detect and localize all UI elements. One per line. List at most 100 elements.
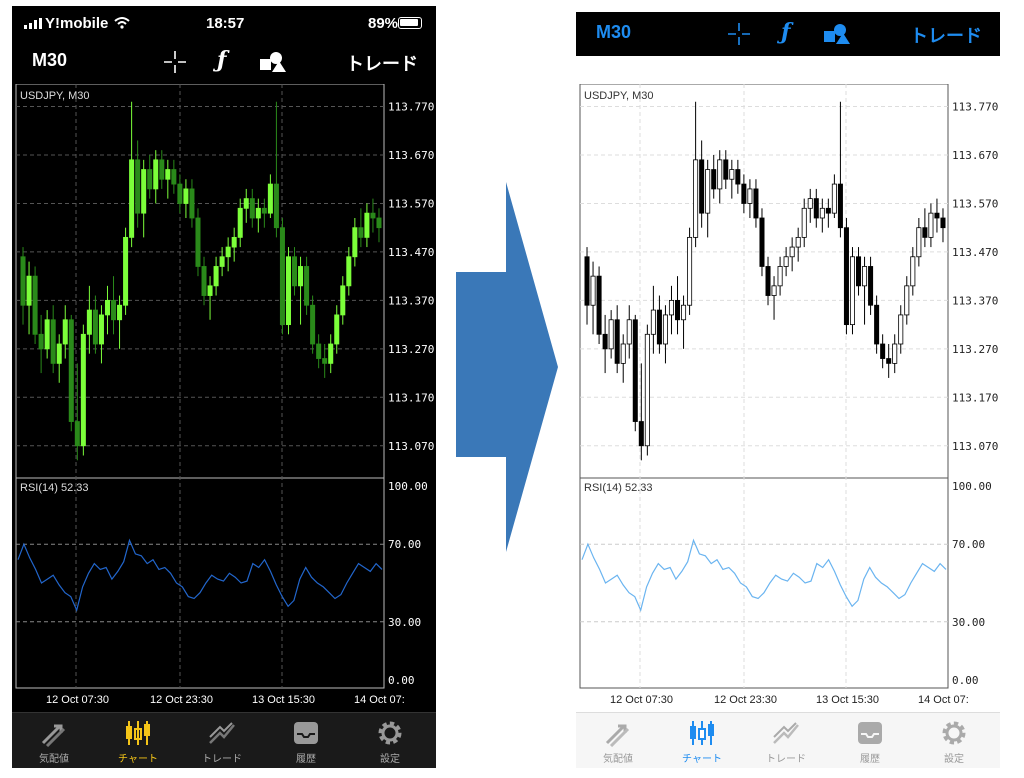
candle-body: [886, 358, 892, 364]
candle-body: [261, 207, 267, 214]
candle-body: [50, 319, 56, 364]
candlestick-icon: [126, 721, 150, 745]
tab-label: 履歴: [296, 754, 316, 765]
candle-body: [699, 159, 705, 214]
candle-body: [310, 304, 316, 345]
candle-body: [596, 275, 602, 335]
rsi-label: RSI(14) 52.33: [20, 482, 89, 494]
symbol-label: USDJPY, M30: [20, 90, 90, 102]
tab-settings[interactable]: 設定: [348, 713, 432, 768]
tab-label: トレード: [766, 754, 806, 765]
time-tick-label: 14 Oct 07:: [918, 694, 969, 706]
trade-button[interactable]: トレード: [346, 50, 418, 76]
tab-trade[interactable]: トレード: [744, 713, 828, 768]
candle-body: [183, 188, 189, 204]
candle-body: [880, 343, 886, 359]
price-tick-label: 113.270: [952, 343, 998, 356]
candle-body: [279, 227, 285, 326]
candle-body: [644, 333, 650, 447]
tab-quotes[interactable]: 気配値: [576, 713, 660, 768]
candle-body: [38, 333, 44, 350]
candle-body: [584, 256, 590, 306]
quotes-arrows-icon: [605, 724, 630, 747]
trade-button[interactable]: トレード: [910, 22, 982, 48]
tab-history[interactable]: 履歴: [828, 713, 912, 768]
candlestick-icon: [690, 721, 714, 745]
time-tick-label: 13 Oct 15:30: [816, 694, 879, 706]
candle-body: [681, 304, 687, 321]
candle-body: [687, 236, 693, 306]
trade-chart-icon: [773, 722, 799, 744]
shapes-icon[interactable]: [824, 22, 850, 46]
candle-body: [753, 188, 759, 219]
tab-history[interactable]: 履歴: [264, 713, 348, 768]
crosshair-icon[interactable]: [728, 23, 750, 45]
tab-chart[interactable]: チャート: [96, 713, 180, 768]
crosshair-icon[interactable]: [164, 51, 186, 73]
time-tick-label: 13 Oct 15:30: [252, 694, 315, 706]
quotes-arrows-icon: [41, 724, 66, 747]
wifi-icon: [114, 17, 130, 29]
rsi-tick-label: 30.00: [952, 616, 985, 629]
rsi-tick-label: 100.00: [952, 480, 992, 493]
time-tick-label: 14 Oct 07:: [354, 694, 405, 706]
shapes-icon[interactable]: [260, 50, 286, 74]
dark-theme-screenshot: Y!mobile 18:57 89% M30 ƒ トレード 113.770 113…: [12, 6, 436, 768]
timeframe-button[interactable]: M30: [596, 22, 631, 43]
indicators-button[interactable]: ƒ: [781, 19, 790, 45]
tab-chart[interactable]: チャート: [660, 713, 744, 768]
candle-body: [328, 343, 334, 364]
candle-body: [159, 159, 165, 180]
candle-body: [735, 169, 741, 185]
candle-body: [892, 343, 898, 364]
candle-body: [777, 266, 783, 287]
bottom-tab-bar: 気配値 チャート トレード 履歴 設定: [576, 712, 1000, 768]
candle-body: [614, 319, 620, 364]
rsi-pane-frame: [579, 477, 949, 689]
candle-body: [759, 217, 765, 267]
candle-body: [20, 256, 26, 306]
price-tick-label: 113.370: [952, 294, 998, 307]
candle-body: [626, 319, 632, 345]
rsi-tick-label: 70.00: [952, 538, 985, 551]
candlestick-chart[interactable]: 113.770 113.670 113.570 113.470 113.370 113.2…: [12, 84, 436, 708]
candle-body: [783, 256, 789, 267]
price-chart-panel[interactable]: 113.770 113.670 113.570 113.470 113.370 113.2…: [576, 84, 1000, 708]
candle-body: [86, 309, 92, 335]
candlestick-chart[interactable]: 113.770 113.670 113.570 113.470 113.370 113.2…: [576, 84, 1000, 708]
candle-body: [741, 183, 747, 204]
candle-body: [104, 299, 110, 316]
tab-trade[interactable]: トレード: [180, 713, 264, 768]
candle-body: [32, 275, 38, 335]
candle-body: [819, 207, 825, 219]
candle-body: [632, 319, 638, 422]
candle-body: [771, 285, 777, 296]
tab-label: チャート: [118, 754, 158, 765]
candle-body: [231, 236, 237, 248]
candle-body: [650, 309, 656, 335]
indicators-button[interactable]: ƒ: [217, 47, 226, 73]
tab-settings[interactable]: 設定: [912, 713, 996, 768]
candle-body: [153, 159, 159, 190]
price-tick-label: 113.070: [388, 440, 434, 453]
tab-label: チャート: [682, 754, 722, 765]
candle-body: [843, 227, 849, 326]
candle-body: [44, 319, 50, 350]
tab-quotes[interactable]: 気配値: [12, 713, 96, 768]
candle-body: [370, 212, 376, 219]
tab-label: 履歴: [860, 754, 880, 765]
candle-body: [934, 212, 940, 219]
candle-body: [346, 256, 352, 287]
transition-arrow: [456, 182, 558, 552]
price-chart-panel[interactable]: 113.770 113.670 113.570 113.470 113.370 113.2…: [12, 84, 436, 708]
candle-body: [608, 319, 614, 350]
candle-body: [304, 266, 310, 306]
candle-body: [111, 299, 117, 321]
rsi-tick-label: 30.00: [388, 616, 421, 629]
candle-body: [171, 169, 177, 185]
history-inbox-icon: [294, 722, 318, 744]
rsi-line: [17, 538, 383, 613]
timeframe-button[interactable]: M30: [32, 50, 67, 71]
candle-body: [868, 266, 874, 306]
rsi-line: [581, 538, 947, 613]
